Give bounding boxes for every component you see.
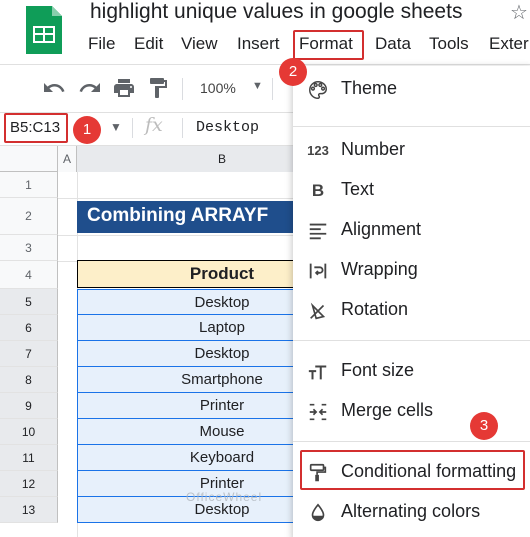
menu-tools[interactable]: Tools xyxy=(429,34,469,54)
rotate-icon xyxy=(310,302,326,320)
row-header-6[interactable]: 6 xyxy=(0,315,58,341)
merge-icon xyxy=(309,403,327,421)
zoom-select[interactable]: 100% xyxy=(200,80,236,96)
menu-item-alternating-colors[interactable]: Alternating colors xyxy=(293,494,530,530)
step-badge-3: 3 xyxy=(470,412,498,440)
row-header-4[interactable]: 4 xyxy=(0,261,58,289)
formula-bar-separator xyxy=(132,118,133,138)
wrap-icon xyxy=(309,263,327,279)
menu-item-label: Rotation xyxy=(341,299,409,319)
undo-icon[interactable] xyxy=(42,76,66,100)
menu-item-label: Number xyxy=(341,139,406,159)
menu-item-rotation[interactable]: Rotation xyxy=(293,292,530,328)
row-header-13[interactable]: 13 xyxy=(0,497,58,523)
align-icon xyxy=(309,223,327,240)
menu-item-text[interactable]: B Text xyxy=(293,172,530,208)
menu-extensions[interactable]: Exter xyxy=(489,34,529,54)
print-icon[interactable] xyxy=(112,76,136,100)
step-badge-1: 1 xyxy=(73,116,101,144)
menu-file[interactable]: File xyxy=(88,34,115,54)
font-size-icon xyxy=(308,365,327,380)
watermark-logo: OfficeWheel xyxy=(186,490,263,504)
menu-separator xyxy=(293,126,530,127)
menu-view[interactable]: View xyxy=(181,34,218,54)
number-format-icon: 123 xyxy=(307,143,329,158)
document-title[interactable]: highlight unique values in google sheets xyxy=(90,0,462,24)
menu-item-alignment[interactable]: Alignment xyxy=(293,212,530,248)
menu-item-font-size[interactable]: Font size xyxy=(293,353,530,389)
menu-item-label: Alignment xyxy=(341,219,422,239)
menu-item-wrapping[interactable]: Wrapping xyxy=(293,252,530,288)
menu-item-label: Merge cells xyxy=(341,400,434,420)
fill-drop-icon xyxy=(311,503,325,522)
star-icon[interactable]: ☆ xyxy=(510,0,528,25)
step-badge-2: 2 xyxy=(279,58,307,86)
formula-bar-separator xyxy=(182,118,183,138)
row-header-3[interactable]: 3 xyxy=(0,235,58,261)
toolbar-separator xyxy=(182,78,183,100)
row-header-12[interactable]: 12 xyxy=(0,471,58,497)
column-header-a[interactable]: A xyxy=(58,146,77,172)
menu-item-number[interactable]: 123 Number xyxy=(293,132,530,168)
menu-data[interactable]: Data xyxy=(375,34,411,54)
select-all-corner[interactable] xyxy=(0,146,58,172)
row-header-9[interactable]: 9 xyxy=(0,393,58,419)
menu-edit[interactable]: Edit xyxy=(134,34,163,54)
menu-item-theme[interactable]: Theme xyxy=(293,71,530,107)
row-header-2[interactable]: 2 xyxy=(0,198,58,235)
menu-item-label: Theme xyxy=(341,78,398,98)
toolbar-divider xyxy=(0,64,530,65)
format-menu-highlight xyxy=(293,30,364,60)
row-header-8[interactable]: 8 xyxy=(0,367,58,393)
fx-icon: fx xyxy=(145,114,163,136)
menu-separator xyxy=(293,340,530,341)
palette-icon xyxy=(309,81,327,99)
name-box[interactable]: B5:C13 xyxy=(4,113,68,143)
row-header-10[interactable]: 10 xyxy=(0,419,58,445)
conditional-formatting-highlight xyxy=(300,450,525,490)
chevron-down-icon[interactable]: ▼ xyxy=(252,80,263,92)
formula-input[interactable]: Desktop xyxy=(196,119,259,136)
chevron-down-icon[interactable]: ▼ xyxy=(110,120,122,134)
sheets-logo-icon[interactable] xyxy=(24,4,64,56)
row-header-7[interactable]: 7 xyxy=(0,341,58,367)
row-header-11[interactable]: 11 xyxy=(0,445,58,471)
menu-separator xyxy=(293,441,530,442)
menu-item-label: Text xyxy=(341,179,375,199)
menu-item-label: Alternating colors xyxy=(341,501,481,521)
bold-icon: B xyxy=(311,181,325,200)
menu-item-label: Wrapping xyxy=(341,259,418,279)
redo-icon[interactable] xyxy=(78,76,102,100)
menu-insert[interactable]: Insert xyxy=(237,34,280,54)
paint-format-icon[interactable] xyxy=(146,76,170,100)
menu-item-label: Font size xyxy=(341,360,415,380)
row-header-1[interactable]: 1 xyxy=(0,172,58,198)
toolbar-separator xyxy=(272,78,273,100)
row-header-5[interactable]: 5 xyxy=(0,289,58,315)
